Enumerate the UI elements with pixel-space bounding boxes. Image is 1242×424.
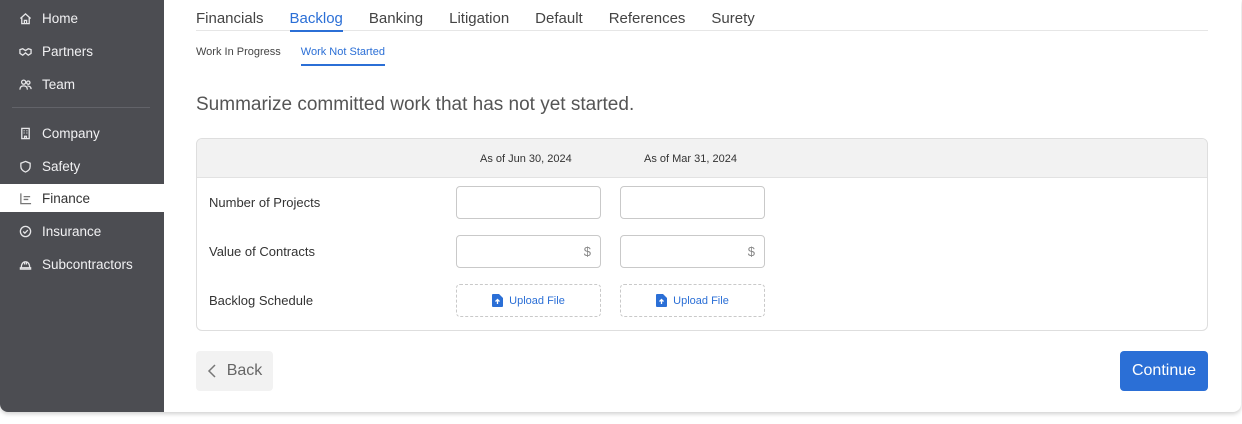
continue-button[interactable]: Continue [1120,351,1208,391]
home-icon [18,11,32,25]
chevron-left-icon [207,364,216,378]
upload-label: Upload File [509,294,565,307]
sidebar: Home Partners Team Company Safety Financ… [0,0,164,412]
sidebar-item-label: Home [42,10,79,26]
column-header-mar-2024: As of Mar 31, 2024 [644,153,737,165]
sidebar-item-label: Partners [42,43,94,59]
contracts-mar-input[interactable] [621,236,764,267]
sidebar-item-company[interactable]: Company [0,119,164,147]
column-header-jun-2024: As of Jun 30, 2024 [480,153,572,165]
page-heading: Summarize committed work that has not ye… [196,94,635,115]
tab-surety[interactable]: Surety [711,0,754,31]
contracts-jun-field[interactable]: $ [456,235,601,268]
tab-financials[interactable]: Financials [196,0,264,31]
shield-icon [18,159,32,173]
hardhat-icon [18,257,32,271]
upload-label: Upload File [673,294,729,307]
projects-mar-input[interactable] [621,187,764,218]
table-header: As of Jun 30, 2024 As of Mar 31, 2024 [197,139,1207,178]
sidebar-item-label: Finance [42,190,91,206]
contracts-mar-field[interactable]: $ [620,235,765,268]
check-circle-icon [18,224,32,238]
sidebar-item-finance[interactable]: Finance [0,184,164,212]
app-frame: Home Partners Team Company Safety Financ… [0,0,1241,412]
sidebar-item-insurance[interactable]: Insurance [0,217,164,245]
sidebar-item-team[interactable]: Team [0,70,164,98]
upload-jun-button[interactable]: Upload File [456,284,601,317]
file-upload-icon [492,294,504,307]
sidebar-item-subcontractors[interactable]: Subcontractors [0,250,164,278]
projects-mar-field[interactable] [620,186,765,219]
projects-jun-field[interactable] [456,186,601,219]
building-icon [18,126,32,140]
row-label-schedule: Backlog Schedule [209,293,314,308]
contracts-jun-input[interactable] [457,236,600,267]
file-upload-icon [656,294,668,307]
subtab-bar: Work In Progress Work Not Started [196,46,405,66]
handshake-icon [18,44,32,58]
sidebar-divider [12,107,150,108]
subtab-work-not-started[interactable]: Work Not Started [300,46,386,66]
team-icon [18,77,32,91]
sidebar-item-label: Safety [42,158,81,174]
subtab-work-in-progress[interactable]: Work In Progress [196,46,281,66]
tab-litigation[interactable]: Litigation [449,0,509,31]
tab-references[interactable]: References [609,0,686,31]
sidebar-item-label: Team [42,76,76,92]
row-label-contracts: Value of Contracts [209,244,315,259]
sidebar-item-label: Subcontractors [42,256,133,272]
back-label: Back [226,362,263,379]
sidebar-item-safety[interactable]: Safety [0,152,164,180]
tab-banking[interactable]: Banking [369,0,423,31]
chart-icon [18,191,32,205]
tab-default[interactable]: Default [535,0,583,31]
sidebar-item-label: Company [42,125,100,141]
backlog-table: As of Jun 30, 2024 As of Mar 31, 2024 Nu… [196,138,1208,331]
sidebar-item-label: Insurance [42,223,102,239]
tab-bar: Financials Backlog Banking Litigation De… [196,0,1208,32]
tab-backlog[interactable]: Backlog [289,0,344,32]
back-button[interactable]: Back [196,351,273,391]
row-label-projects: Number of Projects [209,195,321,210]
sidebar-item-home[interactable]: Home [0,4,164,32]
projects-jun-input[interactable] [457,187,600,218]
main-content: Financials Backlog Banking Litigation De… [164,0,1241,412]
sidebar-item-partners[interactable]: Partners [0,37,164,65]
upload-mar-button[interactable]: Upload File [620,284,765,317]
